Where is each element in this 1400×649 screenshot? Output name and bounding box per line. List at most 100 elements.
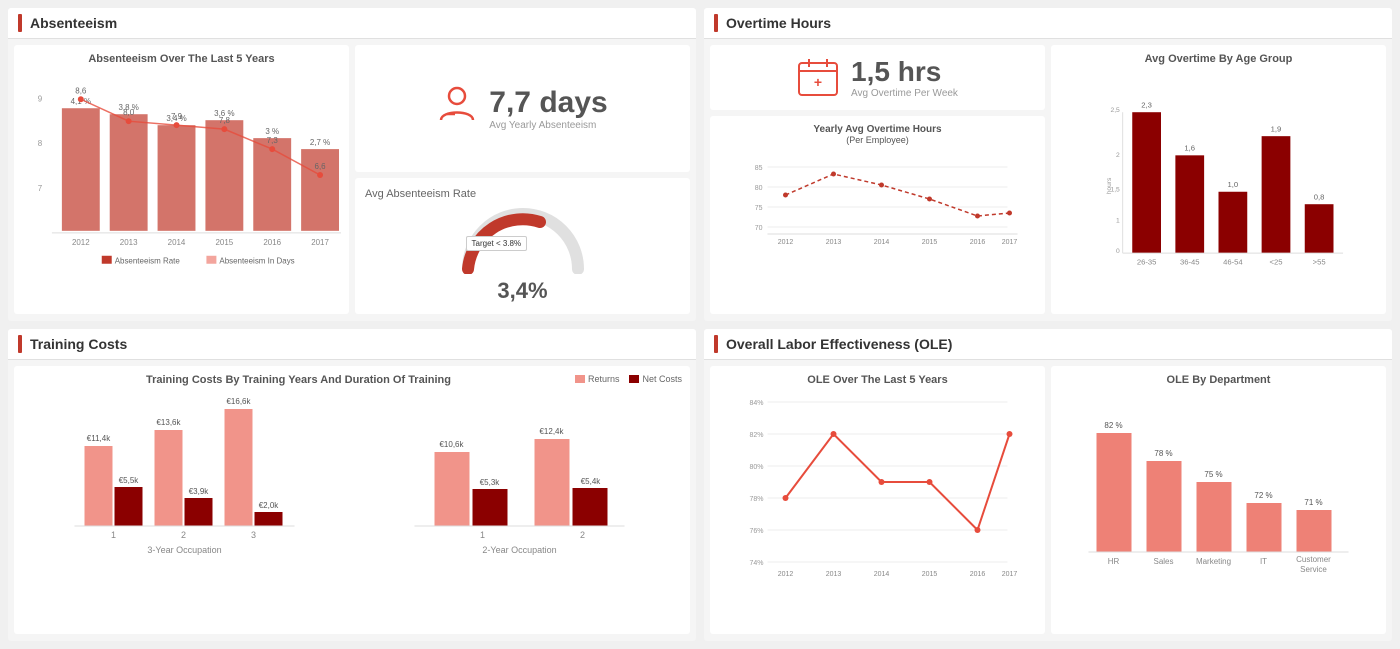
svg-text:26-35: 26-35 [1137,258,1157,267]
avg-absenteeism-value: 7,7 days [489,86,607,120]
svg-text:2,5: 2,5 [1110,107,1120,114]
svg-text:76%: 76% [749,528,763,535]
svg-text:85: 85 [755,165,763,172]
svg-text:2016: 2016 [970,239,986,246]
avg-absenteeism-value-group: 7,7 days Avg Yearly Absenteeism [489,86,607,131]
svg-text:1: 1 [1116,217,1120,224]
net-legend-label: Net Costs [642,374,682,384]
svg-text:IT: IT [1260,557,1267,566]
ole-bar-title: OLE By Department [1059,374,1378,386]
avg-rate-value: 3,4% [497,278,547,304]
svg-text:80%: 80% [749,464,763,471]
avg-absenteeism-label: Avg Yearly Absenteeism [489,120,607,131]
svg-text:1: 1 [480,530,485,540]
returns-legend-item: Returns [575,374,620,384]
svg-text:2-Year Occupation: 2-Year Occupation [482,545,556,555]
absenteeism-chart-svg: 9 8 7 4,1 % 3,8 % 3,4 % 3,6 % [22,71,341,291]
svg-text:74%: 74% [749,560,763,567]
svg-text:7,3: 7,3 [267,136,279,145]
svg-text:78%: 78% [749,496,763,503]
overtime-bar-svg: hours 2,3 1,6 1,0 1,9 0,8 [1059,71,1378,301]
svg-text:7,8: 7,8 [219,116,231,125]
svg-text:2013: 2013 [826,571,842,578]
svg-text:71 %: 71 % [1304,498,1322,507]
absenteeism-title: Absenteeism [30,15,117,31]
svg-text:8,0: 8,0 [123,108,135,117]
svg-text:2: 2 [181,530,186,540]
returns-legend-box [575,375,585,383]
svg-text:0,8: 0,8 [1314,192,1325,201]
yearly-overtime-chart: Yearly Avg Overtime Hours (Per Employee)… [710,116,1045,314]
svg-text:2012: 2012 [778,571,794,578]
three-year-chart: €11,4k €13,6k €16,6k €5,5k €3,9k €2,0k 1… [22,386,347,615]
svg-text:2017: 2017 [1002,239,1018,246]
svg-text:3-Year Occupation: 3-Year Occupation [147,545,221,555]
net-legend-box [629,375,639,383]
svg-text:€5,5k: €5,5k [119,476,140,485]
svg-text:84%: 84% [749,400,763,407]
svg-text:2015: 2015 [922,571,938,578]
absenteeism-chart-card: Absenteeism Over The Last 5 Years 9 8 7 [14,45,349,314]
svg-text:Customer: Customer [1296,555,1331,564]
training-content: Training Costs By Training Years And Dur… [8,360,696,641]
svg-text:1,0: 1,0 [1228,180,1239,189]
svg-text:7,9: 7,9 [171,112,183,121]
training-chart-title: Training Costs By Training Years And Dur… [22,374,575,386]
svg-text:2016: 2016 [970,571,986,578]
avg-overtime-age-card: Avg Overtime By Age Group hours 2,3 1,6 [1051,45,1386,314]
svg-text:HR: HR [1108,557,1120,566]
training-chart-card: Training Costs By Training Years And Dur… [14,366,690,635]
svg-text:36-45: 36-45 [1180,258,1200,267]
section-bar-ole [714,335,718,353]
svg-text:2,7 %: 2,7 % [310,138,330,147]
svg-text:9: 9 [38,94,43,103]
svg-text:€5,3k: €5,3k [480,478,501,487]
training-header: Training Costs [8,329,696,360]
svg-text:2017: 2017 [311,238,329,247]
training-chart-header: Training Costs By Training Years And Dur… [22,374,682,386]
svg-text:8: 8 [38,139,43,148]
dashboard: Absenteeism 7,7 days Avg Yearly Absente [0,0,1400,649]
svg-text:€13,6k: €13,6k [156,418,181,427]
svg-text:Service: Service [1300,565,1327,574]
training-legend: Returns Net Costs [575,374,682,384]
svg-text:3: 3 [251,530,256,540]
ole-header: Overall Labor Effectiveness (OLE) [704,329,1392,360]
svg-text:1,5: 1,5 [1110,187,1120,194]
svg-text:2: 2 [580,530,585,540]
overtime-content: + 1,5 hrs Avg Overtime Per Week Yearly A… [704,39,1392,320]
training-title: Training Costs [30,336,127,352]
svg-text:2: 2 [1116,152,1120,159]
overtime-line-svg: 85 80 75 70 [718,152,1037,272]
three-year-svg: €11,4k €13,6k €16,6k €5,5k €3,9k €2,0k 1… [22,386,347,566]
avg-overtime-label: Avg Overtime Per Week [851,88,958,99]
svg-text:Absenteeism Rate: Absenteeism Rate [115,257,181,266]
svg-text:<25: <25 [1270,258,1283,267]
two-year-svg: €10,6k €12,4k €5,3k €5,4k 1 2 2-Year Occ… [357,386,682,566]
svg-text:2015: 2015 [922,239,938,246]
svg-text:Absenteeism In Days: Absenteeism In Days [219,257,294,266]
avg-absenteeism-stat: 7,7 days Avg Yearly Absenteeism [437,86,607,131]
overtime-section: Overtime Hours + [704,8,1392,321]
ole-content: OLE Over The Last 5 Years [704,360,1392,641]
training-charts-row: €11,4k €13,6k €16,6k €5,5k €3,9k €2,0k 1… [22,386,682,615]
avg-rate-title: Avg Absenteeism Rate [365,188,476,200]
svg-text:€3,9k: €3,9k [189,487,210,496]
svg-text:2014: 2014 [874,571,890,578]
section-bar-training [18,335,22,353]
svg-text:3 %: 3 % [265,127,279,136]
svg-text:0: 0 [1116,248,1120,255]
ole-line-svg: 84% 82% 80% 78% 76% 74% 2012 20 [718,392,1037,602]
svg-text:78 %: 78 % [1154,449,1172,458]
ole-line-card: OLE Over The Last 5 Years [710,366,1045,635]
svg-text:75: 75 [755,205,763,212]
absenteeism-chart-title: Absenteeism Over The Last 5 Years [22,53,341,65]
avg-overtime-value: 1,5 hrs [851,56,958,88]
training-section: Training Costs Training Costs By Trainin… [8,329,696,642]
svg-text:75 %: 75 % [1204,470,1222,479]
svg-text:2013: 2013 [826,239,842,246]
svg-text:2016: 2016 [263,238,281,247]
svg-text:€11,4k: €11,4k [87,434,111,443]
avg-overtime-age-title: Avg Overtime By Age Group [1059,53,1378,65]
avg-overtime-value-group: 1,5 hrs Avg Overtime Per Week [851,56,958,99]
